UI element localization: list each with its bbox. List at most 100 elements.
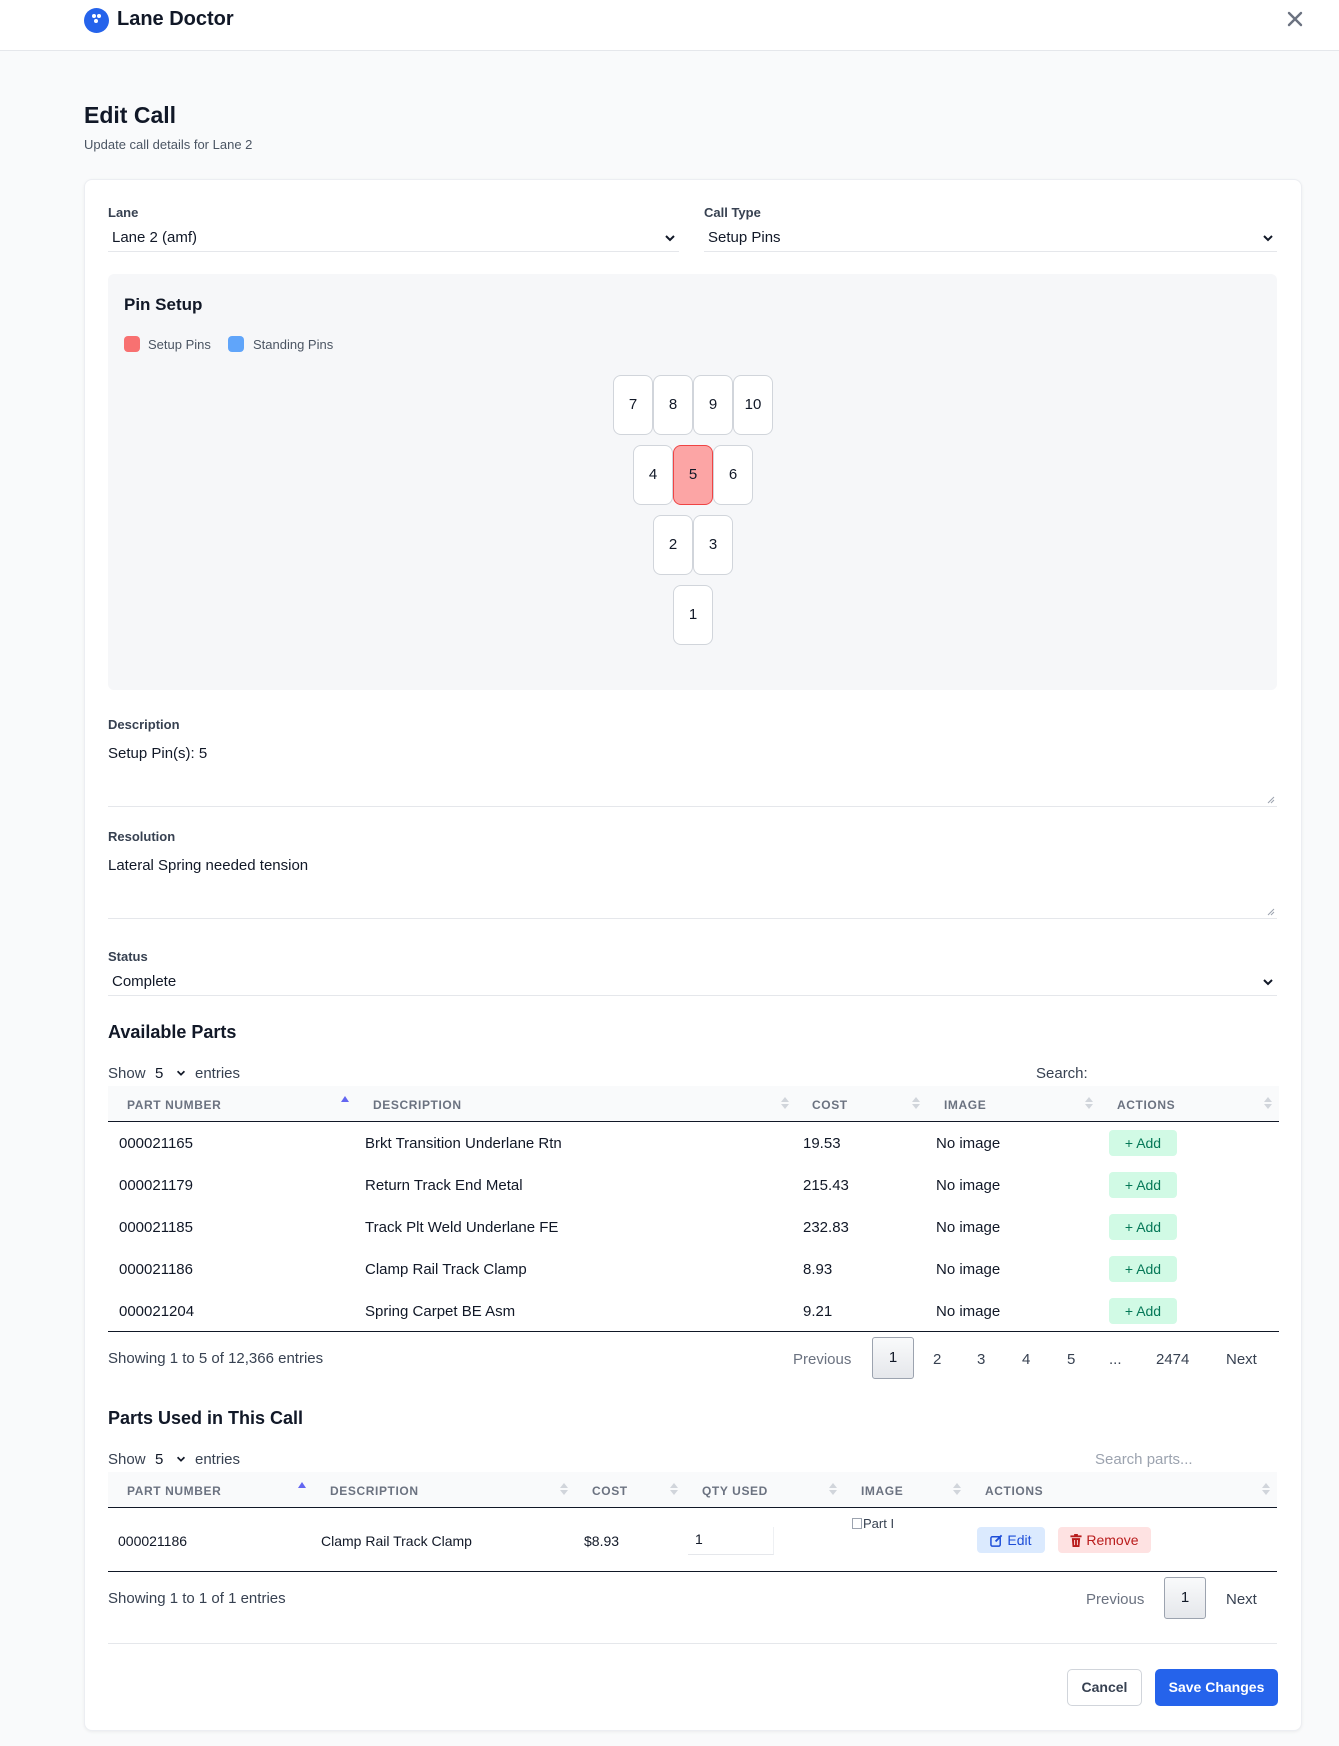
table-bottom-border [108, 1331, 1279, 1332]
show-label: Show [108, 1065, 146, 1082]
sort-asc-icon[interactable] [341, 1096, 349, 1110]
image-cell: No image [936, 1261, 1001, 1278]
sort-icon[interactable] [670, 1482, 678, 1496]
close-icon[interactable] [1284, 4, 1306, 32]
col-qty-used[interactable]: QTY USED [702, 1484, 768, 1498]
resolution-textarea[interactable]: Lateral Spring needed tension [108, 853, 1277, 919]
pagination-page-5[interactable]: 5 [1067, 1351, 1075, 1368]
image-cell: No image [936, 1177, 1001, 1194]
sort-icon[interactable] [953, 1482, 961, 1496]
pagination-next[interactable]: Next [1226, 1591, 1257, 1608]
cost-cell: 215.43 [803, 1177, 849, 1194]
pin-4[interactable]: 4 [633, 445, 673, 505]
pagination-page-2[interactable]: 2 [933, 1351, 941, 1368]
sort-icon[interactable] [912, 1096, 920, 1110]
page-size-select[interactable]: 5 [155, 1451, 189, 1468]
col-image[interactable]: IMAGE [861, 1484, 903, 1498]
pagination-next[interactable]: Next [1226, 1351, 1257, 1368]
pagination-ellipsis: ... [1109, 1351, 1122, 1368]
col-cost[interactable]: COST [592, 1484, 628, 1498]
call-type-select-value: Setup Pins [708, 229, 781, 246]
sort-icon[interactable] [829, 1482, 837, 1496]
status-select[interactable]: Complete [108, 970, 1277, 996]
description-label: Description [108, 717, 180, 732]
part-number-cell: 000021179 [119, 1177, 193, 1194]
add-label: Add [1136, 1261, 1162, 1277]
image-cell: No image [936, 1135, 1001, 1152]
sort-icon[interactable] [1085, 1096, 1093, 1110]
col-part-number[interactable]: PART NUMBER [127, 1484, 221, 1498]
sort-icon[interactable] [560, 1482, 568, 1496]
chevron-down-icon [1263, 235, 1273, 242]
footer-divider [108, 1643, 1277, 1644]
resize-grip-icon[interactable] [1267, 796, 1275, 804]
sort-icon[interactable] [1264, 1096, 1272, 1110]
add-part-button[interactable]: + Add [1109, 1172, 1177, 1198]
page-size-value: 5 [155, 1065, 164, 1082]
pin-3[interactable]: 3 [693, 515, 733, 575]
broken-image-icon [852, 1518, 862, 1529]
pagination-previous[interactable]: Previous [793, 1351, 851, 1368]
description-cell: Clamp Rail Track Clamp [365, 1261, 527, 1278]
col-description[interactable]: DESCRIPTION [373, 1098, 462, 1112]
col-cost[interactable]: COST [812, 1098, 848, 1112]
search-input[interactable] [1092, 1060, 1277, 1086]
sort-icon[interactable] [781, 1096, 789, 1110]
add-label: Add [1136, 1177, 1162, 1193]
pagination-previous[interactable]: Previous [1086, 1591, 1144, 1608]
available-parts-title: Available Parts [108, 1022, 237, 1042]
page-title: Edit Call [84, 102, 177, 128]
add-part-button[interactable]: + Add [1109, 1214, 1177, 1240]
pagination-page-1[interactable]: 1 [872, 1337, 914, 1379]
page-size-select[interactable]: 5 [155, 1065, 189, 1082]
plus-icon: + [1124, 1177, 1137, 1193]
description-cell: Track Plt Weld Underlane FE [365, 1219, 559, 1236]
lane-label: Lane [108, 205, 139, 220]
pagination-page-4[interactable]: 4 [1022, 1351, 1030, 1368]
parts-search-input[interactable]: Search parts... [1095, 1451, 1193, 1468]
col-image[interactable]: IMAGE [944, 1098, 986, 1112]
add-label: Add [1136, 1219, 1162, 1235]
entries-label: entries [195, 1451, 241, 1468]
setup-pins-legend: Setup Pins [148, 337, 211, 352]
page-size-value: 5 [155, 1451, 164, 1468]
pagination-page-1[interactable]: 1 [1164, 1577, 1206, 1619]
table-bottom-border [108, 1571, 1277, 1572]
add-part-button[interactable]: + Add [1109, 1130, 1177, 1156]
cancel-button[interactable]: Cancel [1067, 1669, 1142, 1706]
call-type-select[interactable]: Setup Pins [704, 226, 1277, 252]
pin-2[interactable]: 2 [653, 515, 693, 575]
sort-icon[interactable] [1262, 1482, 1270, 1496]
pin-6[interactable]: 6 [713, 445, 753, 505]
col-description[interactable]: DESCRIPTION [330, 1484, 419, 1498]
part-number-cell: 000021185 [119, 1219, 193, 1236]
pagination-page-3[interactable]: 3 [977, 1351, 985, 1368]
pin-5[interactable]: 5 [673, 445, 713, 505]
remove-part-button[interactable]: Remove [1058, 1527, 1151, 1553]
table-info: Showing 1 to 1 of 1 entries [108, 1590, 286, 1607]
part-number-cell: 000021204 [119, 1303, 195, 1320]
pagination-page-last[interactable]: 2474 [1156, 1351, 1189, 1368]
lane-select[interactable]: Lane 2 (amf) [108, 226, 679, 252]
edit-label: Edit [1007, 1532, 1032, 1548]
chevron-down-icon [176, 1456, 186, 1462]
image-cell: No image [936, 1219, 1001, 1236]
add-part-button[interactable]: + Add [1109, 1256, 1177, 1282]
add-part-button[interactable]: + Add [1109, 1298, 1177, 1324]
pin-9[interactable]: 9 [693, 375, 733, 435]
pin-7[interactable]: 7 [613, 375, 653, 435]
description-textarea[interactable]: Setup Pin(s): 5 [108, 741, 1277, 807]
table-info: Showing 1 to 5 of 12,366 entries [108, 1350, 324, 1367]
col-part-number[interactable]: PART NUMBER [127, 1098, 221, 1112]
qty-used-input[interactable]: 1 [688, 1527, 774, 1555]
description-value: Setup Pin(s): 5 [108, 745, 208, 762]
pin-8[interactable]: 8 [653, 375, 693, 435]
sort-asc-icon[interactable] [298, 1482, 306, 1496]
status-select-value: Complete [112, 973, 177, 990]
pin-1[interactable]: 1 [673, 585, 713, 645]
edit-part-button[interactable]: Edit [977, 1527, 1045, 1553]
resize-grip-icon[interactable] [1267, 908, 1275, 916]
add-label: Add [1136, 1303, 1162, 1319]
pin-10[interactable]: 10 [733, 375, 773, 435]
save-changes-button[interactable]: Save Changes [1155, 1669, 1278, 1706]
